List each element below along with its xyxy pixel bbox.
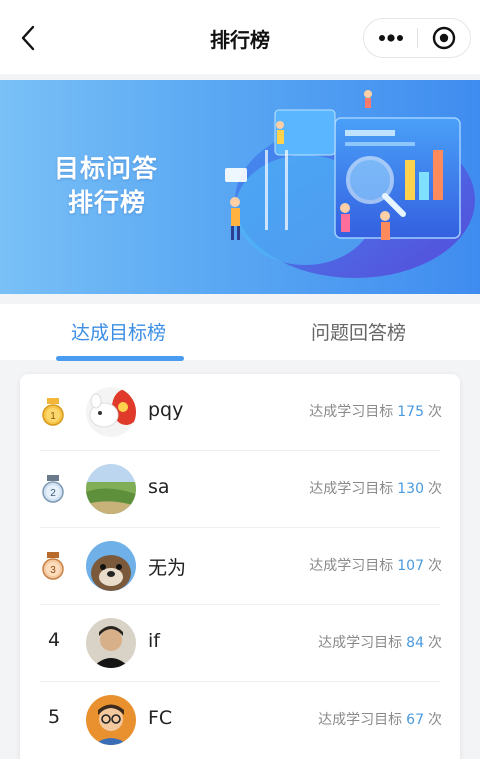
banner-title: 目标问答 排行榜	[54, 152, 158, 220]
close-button[interactable]	[418, 19, 470, 57]
goal-stat: 达成学习目标 107 次	[309, 555, 442, 575]
stat-count: 67	[406, 712, 424, 728]
banner: 目标问答 排行榜	[0, 80, 480, 294]
svg-text:1: 1	[50, 411, 56, 422]
more-button[interactable]	[364, 19, 417, 57]
user-name: 无为	[148, 557, 187, 579]
banner-title-line1: 目标问答	[54, 154, 159, 183]
tab-bar: 达成目标榜 问题回答榜	[0, 304, 480, 361]
ranking-list: 1 pqy 达成学习目标 175 次 2 sa 达成学习目标 130 次 3 无…	[20, 374, 460, 759]
stat-count: 84	[406, 635, 424, 651]
ranking-row[interactable]: 5 FC 达成学习目标 67 次	[20, 682, 460, 759]
user-name: pqy	[148, 399, 184, 421]
tab-goal-ranking[interactable]: 达成目标榜	[71, 318, 166, 345]
stat-label: 达成学习目标	[309, 404, 394, 420]
svg-text:2: 2	[50, 488, 56, 499]
nav-bar: 排行榜	[0, 0, 480, 74]
stat-count: 130	[397, 481, 424, 497]
avatar[interactable]	[86, 695, 136, 745]
stat-unit: 次	[428, 404, 442, 420]
user-name: sa	[148, 476, 170, 498]
bronze-medal-icon: 3	[42, 552, 64, 580]
ranking-row[interactable]: 4 if 达成学习目标 84 次	[20, 605, 460, 682]
stat-label: 达成学习目标	[309, 558, 394, 574]
avatar[interactable]	[86, 541, 136, 591]
stat-count: 107	[397, 558, 424, 574]
rank-number: 4	[47, 629, 61, 651]
avatar[interactable]	[86, 618, 136, 668]
ranking-row[interactable]: 1 pqy 达成学习目标 175 次	[20, 374, 460, 451]
stat-unit: 次	[428, 635, 442, 651]
banner-title-line2: 排行榜	[68, 188, 147, 217]
stat-unit: 次	[428, 712, 442, 728]
stat-count: 175	[397, 404, 424, 420]
silver-medal-icon: 2	[42, 475, 64, 503]
ranking-row[interactable]: 3 无为 达成学习目标 107 次	[20, 528, 460, 605]
avatar[interactable]	[86, 387, 136, 437]
stat-label: 达成学习目标	[318, 712, 403, 728]
stat-label: 达成学习目标	[318, 635, 403, 651]
target-close-icon	[432, 26, 456, 50]
tab-answer-ranking[interactable]: 问题回答榜	[311, 318, 406, 345]
mini-program-capsule	[363, 18, 471, 58]
avatar[interactable]	[86, 464, 136, 514]
svg-text:3: 3	[50, 565, 56, 576]
rank-number: 5	[47, 706, 61, 728]
active-tab-indicator	[56, 356, 184, 361]
user-name: FC	[148, 707, 173, 729]
user-name: if	[148, 630, 160, 652]
goal-stat: 达成学习目标 175 次	[309, 401, 442, 421]
stat-unit: 次	[428, 558, 442, 574]
goal-stat: 达成学习目标 84 次	[318, 632, 442, 652]
ranking-row[interactable]: 2 sa 达成学习目标 130 次	[20, 451, 460, 528]
more-dots-icon	[378, 34, 403, 42]
goal-stat: 达成学习目标 130 次	[309, 478, 442, 498]
stat-unit: 次	[428, 481, 442, 497]
banner-illustration	[225, 90, 475, 278]
gold-medal-icon: 1	[42, 398, 64, 426]
stat-label: 达成学习目标	[309, 481, 394, 497]
goal-stat: 达成学习目标 67 次	[318, 709, 442, 729]
